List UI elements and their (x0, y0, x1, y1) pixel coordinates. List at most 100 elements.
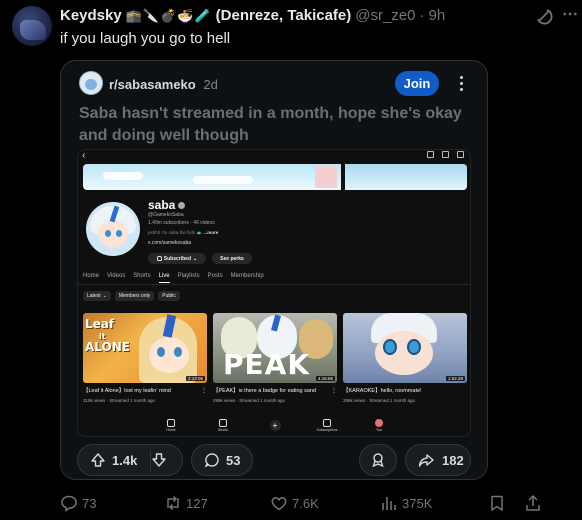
tab-posts: Posts (207, 273, 223, 279)
nav-create: + (262, 419, 288, 431)
video-thumbnail: PEAK 4:15:56 (213, 313, 337, 383)
thumbnail-title: Leaf it ALONE (85, 317, 130, 354)
channel-avatar (86, 202, 140, 256)
tweet-text: if you laugh you go to hell (60, 30, 231, 47)
video-thumbnail: 1:52:28 (343, 313, 467, 383)
yt-top-icons (427, 151, 464, 158)
chip-latest: Latest ⌄ (83, 291, 111, 301)
tweet-time[interactable]: 9h (429, 7, 446, 24)
subreddit-avatar[interactable] (79, 71, 103, 95)
join-button[interactable]: Join (395, 71, 439, 96)
channel-description: pshhh I'm saba the fish! 🐟 ...more (148, 230, 218, 236)
card-more-icon[interactable] (453, 71, 469, 95)
reply-icon (61, 495, 77, 512)
nav-subscriptions-label: Subscriptions (316, 427, 338, 432)
video-meta: 319k views · Streamed 1 month ago (83, 398, 156, 403)
video-duration: 1:52:28 (445, 376, 465, 381)
nav-you-label: You (376, 427, 382, 432)
share-button[interactable]: 182 (405, 444, 471, 476)
downvote-icon[interactable] (151, 452, 167, 468)
verified-icon (178, 201, 186, 209)
channel-tabs: Home Videos Shorts Live Playlists Posts … (83, 273, 264, 283)
channel-stats: 1.49m subscribers · 46 videos (148, 220, 215, 226)
tab-playlists: Playlists (177, 273, 200, 279)
chip-public: Public (158, 291, 180, 301)
author-handle[interactable]: @sr_ze0 (355, 7, 415, 24)
author-avatar[interactable] (12, 6, 52, 46)
video-title: 【KARAOKE】hello, roommate! (343, 388, 422, 394)
bookmark-icon (491, 495, 503, 511)
author-name[interactable]: Keydsky (60, 7, 122, 24)
reply-count: 73 (82, 495, 97, 511)
video-meta: 299k views · Streamed 1 month ago (213, 398, 286, 403)
channel-name: saba (148, 198, 186, 212)
chevron-down-icon: ⌄ (102, 293, 107, 299)
share-tweet-button[interactable] (524, 494, 542, 512)
tab-videos: Videos (107, 273, 126, 279)
subreddit-line: r/sabasameko 2d (109, 77, 218, 92)
thumbnail-text-leaf: Leaf (85, 317, 115, 331)
like-button[interactable]: 7.6K (270, 494, 319, 512)
channel-link: x.com/samekosaba (148, 240, 192, 246)
youtube-screenshot[interactable]: ‹ saba @GamekoSaba 1.49m subscribers · 4… (77, 149, 471, 437)
video-card: PEAK 4:15:56 【PEAK】is there a badge for … (213, 313, 337, 403)
comment-count: 53 (226, 452, 241, 468)
video-duration: 4:15:56 (315, 376, 335, 381)
search-icon (442, 151, 449, 158)
comments-button[interactable]: 53 (191, 444, 253, 476)
see-perks-button: See perks (212, 253, 252, 264)
subscribed-label: Subscribed (163, 255, 192, 262)
video-card: Leaf it ALONE 2:13:06 【Leaf it Alone】los… (83, 313, 207, 403)
author-emojis: 🕋🔪💣🍜🧪 (125, 7, 212, 23)
upload-icon (526, 494, 540, 511)
tweet-action-bar: 73 127 7.6K 375K (60, 490, 560, 514)
views-button[interactable]: 375K (380, 494, 432, 512)
bookmark-button[interactable] (488, 494, 506, 512)
post-age: 2d (203, 77, 218, 92)
description-more: ...more (203, 230, 219, 235)
thumbnail-text-alone: ALONE (85, 340, 130, 354)
channel-banner (83, 164, 467, 190)
share-arrow-icon (418, 454, 434, 467)
grok-icon[interactable] (534, 6, 554, 26)
video-more-icon: ⋮ (201, 388, 207, 394)
video-thumbnail: Leaf it ALONE 2:13:06 (83, 313, 207, 383)
nav-home-label: Home (166, 427, 176, 432)
subscribed-button: Subscribed ⌄ (148, 253, 206, 264)
nav-subscriptions: Subscriptions (314, 418, 340, 432)
thumbnail-title: PEAK (223, 348, 311, 381)
like-count: 7.6K (292, 495, 319, 511)
vote-control: 1.4k (77, 444, 183, 476)
channel-description-text: pshhh I'm saba the fish! 🐟 (148, 230, 204, 235)
tabs-divider (78, 284, 470, 285)
post-title[interactable]: Saba hasn't streamed in a month, hope sh… (79, 103, 479, 147)
channel-handle: @GamekoSaba (148, 212, 184, 218)
nav-home: Home (158, 418, 184, 432)
separator-dot: · (419, 7, 425, 24)
award-button[interactable] (359, 444, 397, 476)
reply-button[interactable]: 73 (60, 494, 96, 512)
subreddit-name[interactable]: r/sabasameko (109, 77, 196, 92)
vote-divider (150, 451, 151, 471)
video-card: 1:52:28 【KARAOKE】hello, roommate! 286k v… (343, 313, 467, 403)
profile-icon (375, 418, 383, 427)
tab-live: Live (158, 273, 170, 283)
chevron-down-icon: ⌄ (193, 255, 198, 262)
video-title: 【Leaf it Alone】lost my leafin' mind (83, 388, 171, 394)
subscriptions-icon (323, 418, 331, 427)
filter-chips: Latest ⌄ Members only Public (83, 291, 180, 301)
share-count: 182 (442, 452, 464, 468)
retweet-button[interactable]: 127 (164, 494, 208, 512)
embedded-reddit-card[interactable]: r/sabasameko 2d Join Saba hasn't streame… (60, 60, 488, 480)
award-icon (372, 453, 384, 468)
more-options-icon[interactable]: ⋯ (560, 4, 580, 24)
shorts-icon (219, 418, 227, 427)
tweet-header: Keydsky 🕋🔪💣🍜🧪 (Denreze, Takicafe) @sr_ze… (60, 7, 445, 24)
channel-name-text: saba (148, 198, 176, 212)
upvote-icon[interactable] (90, 452, 106, 468)
tab-shorts: Shorts (133, 273, 151, 279)
author-suffix[interactable]: (Denreze, Takicafe) (216, 7, 352, 24)
back-arrow-icon: ‹ (82, 150, 86, 161)
views-chart-icon (382, 497, 396, 510)
tab-membership: Membership (230, 273, 264, 279)
